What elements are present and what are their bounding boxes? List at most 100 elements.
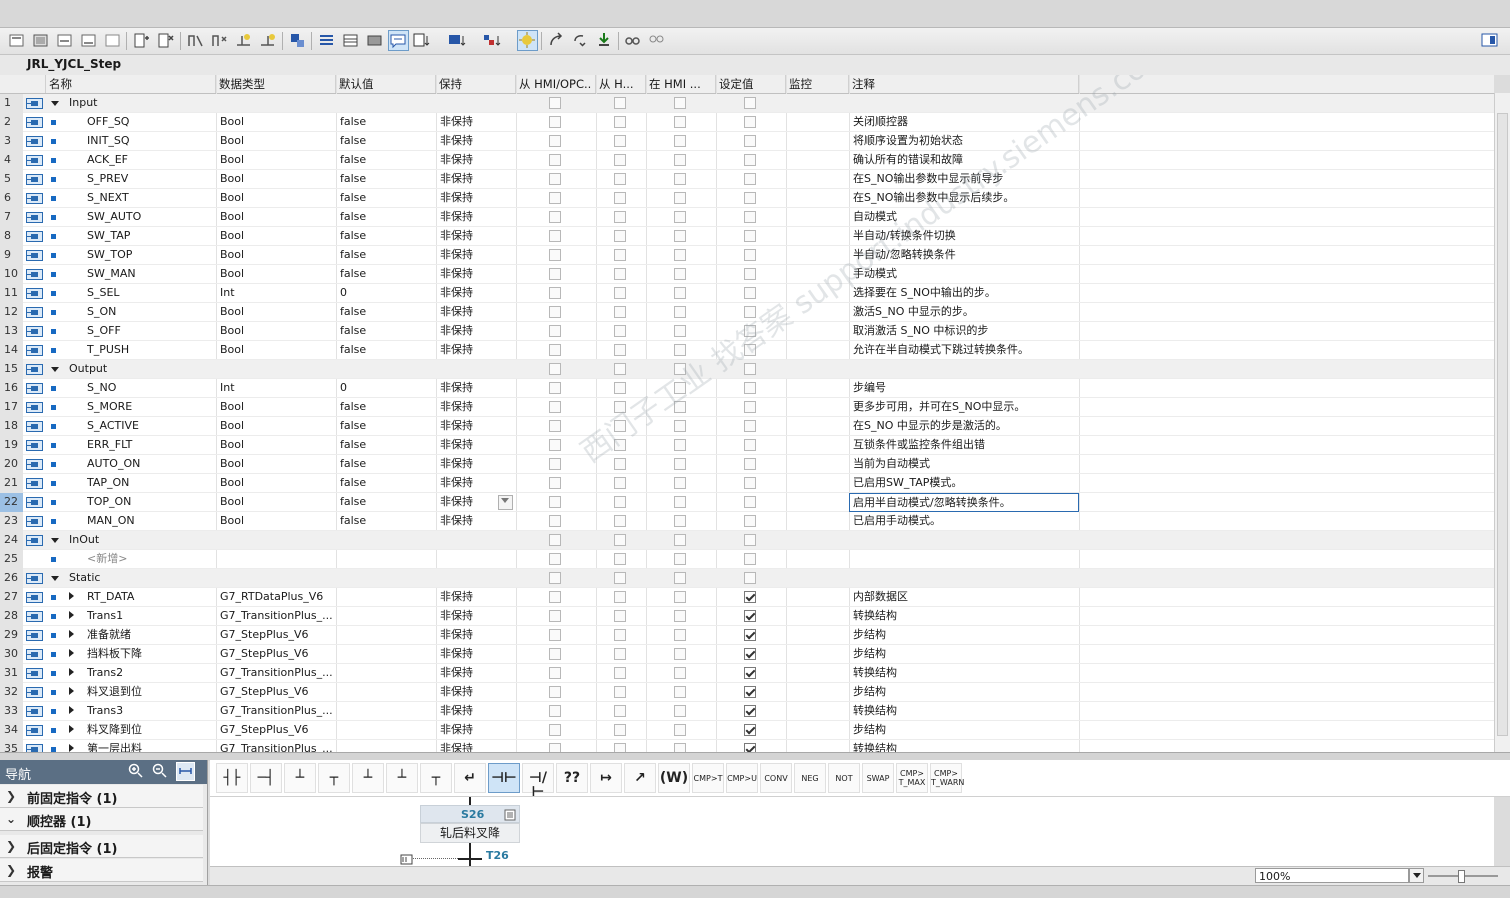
var-retain[interactable] <box>440 550 515 569</box>
hmi-opc-checkbox[interactable] <box>549 363 561 375</box>
hmi-h-checkbox[interactable] <box>614 496 626 508</box>
setpoint-checkbox[interactable] <box>744 553 756 565</box>
setpoint-checkbox[interactable] <box>744 135 756 147</box>
var-name[interactable]: SW_MAN <box>87 265 215 284</box>
hmi-opc-checkbox[interactable] <box>549 648 561 660</box>
hmi-opc-checkbox[interactable] <box>549 705 561 717</box>
connect-icon[interactable] <box>186 31 205 50</box>
hmi-opc-checkbox[interactable] <box>549 382 561 394</box>
hmi-opc-checkbox[interactable] <box>549 401 561 413</box>
hmi-h-checkbox[interactable] <box>614 591 626 603</box>
var-type[interactable]: G7_TransitionPlus_... <box>220 664 335 683</box>
table-row[interactable]: 3 INIT_SQ Bool false 非保持 将顺序设置为初始状态 <box>0 132 1494 151</box>
var-type[interactable]: Int <box>220 284 335 303</box>
var-retain[interactable]: 非保持 <box>440 436 515 455</box>
var-type[interactable]: Bool <box>220 151 335 170</box>
var-retain[interactable]: 非保持 <box>440 398 515 417</box>
jump-back-icon[interactable] <box>571 31 590 50</box>
hmi-opc-checkbox[interactable] <box>549 686 561 698</box>
view-icon-4[interactable] <box>79 31 98 50</box>
setpoint-checkbox[interactable] <box>744 192 756 204</box>
in-hmi-checkbox[interactable] <box>674 154 686 166</box>
table-row[interactable]: 24 InOut <box>0 531 1494 550</box>
graph-canvas[interactable]: S26 轧后料叉降 T26 <box>210 797 1494 867</box>
var-default[interactable] <box>340 626 435 645</box>
var-default[interactable]: false <box>340 493 435 512</box>
var-default[interactable]: 0 <box>340 284 435 303</box>
var-retain[interactable]: 非保持 <box>440 417 515 436</box>
setpoint-checkbox[interactable] <box>744 306 756 318</box>
setpoint-checkbox[interactable] <box>744 515 756 527</box>
var-type[interactable]: Bool <box>220 227 335 246</box>
var-retain[interactable] <box>440 531 515 550</box>
col-hmi-opc[interactable]: 从 HMI/OPC.. <box>516 75 596 93</box>
view-icon-1[interactable] <box>7 31 26 50</box>
hmi-opc-checkbox[interactable] <box>549 173 561 185</box>
var-type[interactable] <box>220 531 335 550</box>
table-view-icon[interactable] <box>341 31 360 50</box>
col-retain[interactable]: 保持 <box>436 75 516 93</box>
var-default[interactable] <box>340 360 435 379</box>
var-type[interactable] <box>220 360 335 379</box>
table-row[interactable]: 25 <新增> <box>0 550 1494 569</box>
hmi-h-checkbox[interactable] <box>614 382 626 394</box>
instruction-icon-9[interactable]: ⊣⊢ <box>488 763 520 793</box>
download-icon[interactable] <box>595 31 614 50</box>
hmi-h-checkbox[interactable] <box>614 306 626 318</box>
hmi-h-checkbox[interactable] <box>614 135 626 147</box>
var-default[interactable]: false <box>340 208 435 227</box>
var-retain[interactable]: 非保持 <box>440 512 515 531</box>
hmi-h-checkbox[interactable] <box>614 116 626 128</box>
monitor-glasses-icon[interactable] <box>623 31 642 50</box>
table-row[interactable]: 4 ACK_EF Bool false 非保持 确认所有的错误和故障 <box>0 151 1494 170</box>
var-default[interactable] <box>340 569 435 588</box>
hmi-h-checkbox[interactable] <box>614 287 626 299</box>
var-type[interactable]: Bool <box>220 417 335 436</box>
expand-icon[interactable] <box>61 607 81 626</box>
var-default[interactable] <box>340 645 435 664</box>
in-hmi-checkbox[interactable] <box>674 458 686 470</box>
hmi-opc-checkbox[interactable] <box>549 610 561 622</box>
var-default[interactable]: false <box>340 189 435 208</box>
var-name[interactable]: SW_AUTO <box>87 208 215 227</box>
table-row[interactable]: 2 OFF_SQ Bool false 非保持 关闭顺控器 <box>0 113 1494 132</box>
hmi-h-checkbox[interactable] <box>614 325 626 337</box>
in-hmi-checkbox[interactable] <box>674 192 686 204</box>
var-retain[interactable]: 非保持 <box>440 132 515 151</box>
var-comment[interactable]: 步结构 <box>853 645 1078 664</box>
setpoint-checkbox[interactable] <box>744 724 756 736</box>
var-name[interactable]: RT_DATA <box>87 588 215 607</box>
var-retain[interactable]: 非保持 <box>440 664 515 683</box>
var-comment[interactable] <box>853 550 1078 569</box>
step-box[interactable]: S26 <box>420 805 520 823</box>
var-name[interactable]: S_NEXT <box>87 189 215 208</box>
var-comment[interactable]: 转换结构 <box>853 740 1078 752</box>
var-type[interactable]: Bool <box>220 170 335 189</box>
zoom-slider-thumb[interactable] <box>1458 870 1465 883</box>
hmi-opc-checkbox[interactable] <box>549 629 561 641</box>
var-comment[interactable]: 在S_NO输出参数中显示后续步。 <box>853 189 1078 208</box>
in-hmi-checkbox[interactable] <box>674 116 686 128</box>
var-type[interactable]: G7_TransitionPlus_... <box>220 607 335 626</box>
var-comment[interactable]: 取消激活 S_NO 中标识的步 <box>853 322 1078 341</box>
var-name[interactable]: ERR_FLT <box>87 436 215 455</box>
var-retain[interactable]: 非保持 <box>440 265 515 284</box>
var-comment[interactable]: 激活S_NO 中显示的步。 <box>853 303 1078 322</box>
var-name[interactable]: SW_TOP <box>87 246 215 265</box>
nav-item-alarms[interactable]: ❯ 报警 <box>0 859 203 882</box>
section-name[interactable]: Output <box>69 360 209 379</box>
var-comment[interactable]: 转换结构 <box>853 664 1078 683</box>
in-hmi-checkbox[interactable] <box>674 344 686 356</box>
hmi-h-checkbox[interactable] <box>614 154 626 166</box>
var-retain[interactable]: 非保持 <box>440 607 515 626</box>
var-comment[interactable]: 半自动/转换条件切换 <box>853 227 1078 246</box>
setpoint-checkbox[interactable] <box>744 743 756 752</box>
var-retain[interactable]: 非保持 <box>440 455 515 474</box>
setpoint-checkbox[interactable] <box>744 230 756 242</box>
hmi-h-checkbox[interactable] <box>614 363 626 375</box>
expand-icon[interactable] <box>61 721 81 740</box>
in-hmi-checkbox[interactable] <box>674 420 686 432</box>
setpoint-checkbox[interactable] <box>744 401 756 413</box>
list-view-icon[interactable] <box>317 31 336 50</box>
table-row[interactable]: 32 料叉退到位 G7_StepPlus_V6 非保持 步结构 <box>0 683 1494 702</box>
